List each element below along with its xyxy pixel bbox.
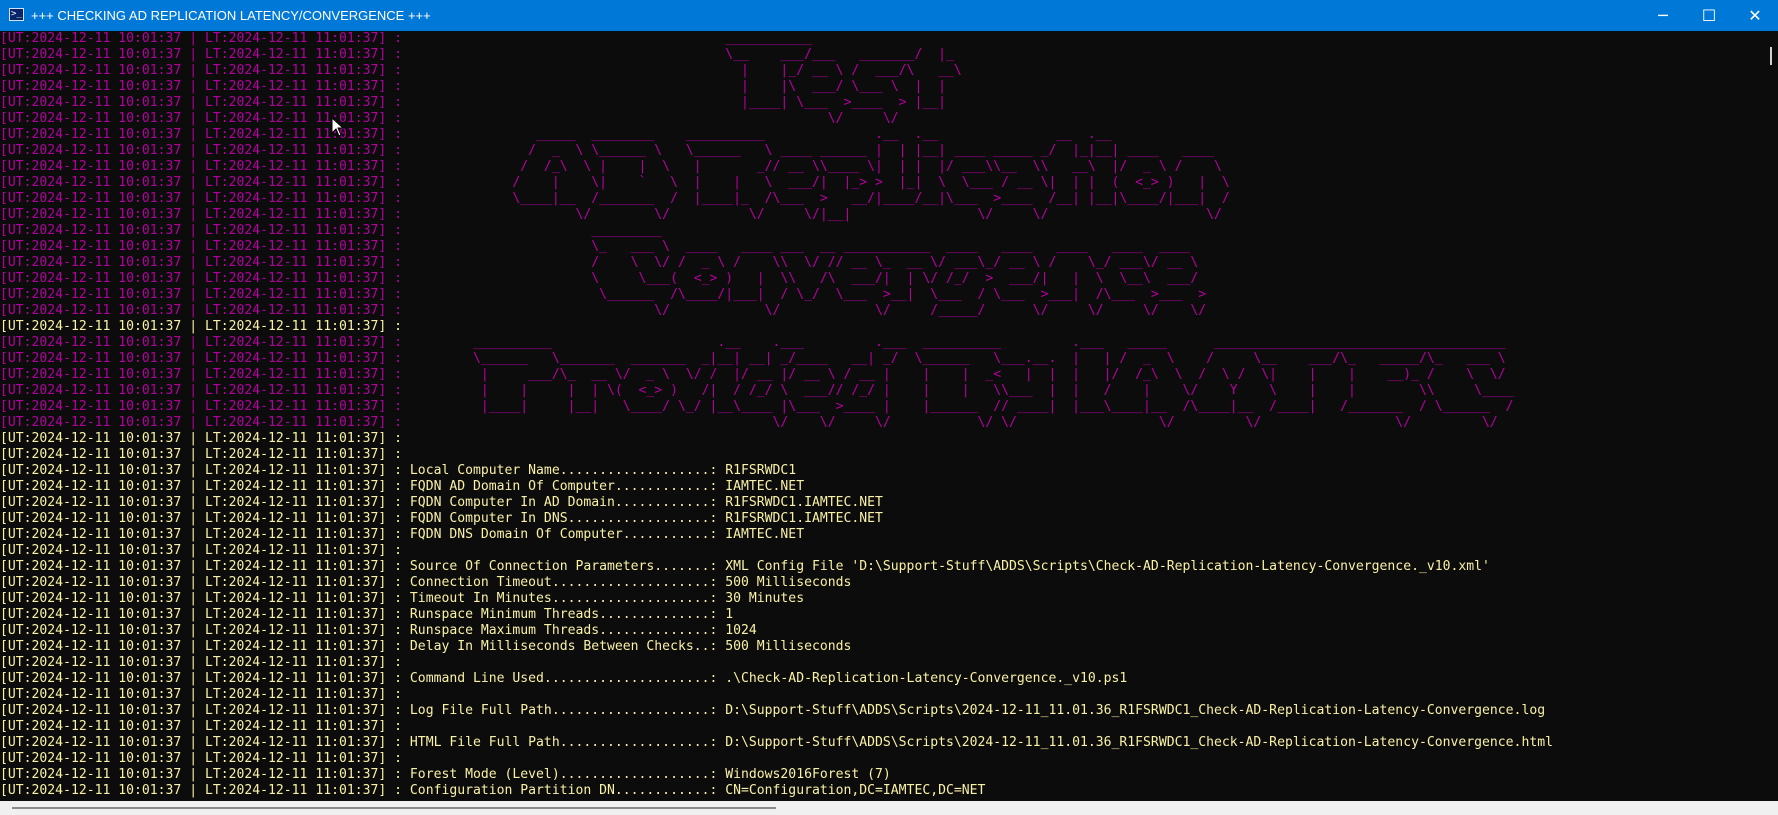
console-line: [UT:2024-12-11 10:01:37 | LT:2024-12-11 … xyxy=(0,319,403,334)
console-line: [UT:2024-12-11 10:01:37 | LT:2024-12-11 … xyxy=(0,95,978,110)
console-line: [UT:2024-12-11 10:01:37 | LT:2024-12-11 … xyxy=(0,671,1128,686)
console-line: [UT:2024-12-11 10:01:37 | LT:2024-12-11 … xyxy=(0,735,1553,750)
console-line: [UT:2024-12-11 10:01:37 | LT:2024-12-11 … xyxy=(0,287,1207,302)
console-line: [UT:2024-12-11 10:01:37 | LT:2024-12-11 … xyxy=(0,255,1199,270)
vertical-scroll-thumb[interactable] xyxy=(1770,47,1772,65)
console-line: [UT:2024-12-11 10:01:37 | LT:2024-12-11 … xyxy=(0,719,403,734)
console-line: [UT:2024-12-11 10:01:37 | LT:2024-12-11 … xyxy=(0,335,1522,350)
console-line: [UT:2024-12-11 10:01:37 | LT:2024-12-11 … xyxy=(0,751,403,766)
console-line: [UT:2024-12-11 10:01:37 | LT:2024-12-11 … xyxy=(0,527,805,542)
console-line: [UT:2024-12-11 10:01:37 | LT:2024-12-11 … xyxy=(0,767,891,782)
console-line: [UT:2024-12-11 10:01:37 | LT:2024-12-11 … xyxy=(0,623,757,638)
console-line: [UT:2024-12-11 10:01:37 | LT:2024-12-11 … xyxy=(0,175,1230,190)
console-line: [UT:2024-12-11 10:01:37 | LT:2024-12-11 … xyxy=(0,79,978,94)
console-line: [UT:2024-12-11 10:01:37 | LT:2024-12-11 … xyxy=(0,479,805,494)
horizontal-scroll-thumb[interactable] xyxy=(12,807,776,809)
minimize-button[interactable]: ─ xyxy=(1640,0,1686,31)
close-button[interactable]: ✕ xyxy=(1732,0,1778,31)
console-line: [UT:2024-12-11 10:01:37 | LT:2024-12-11 … xyxy=(0,575,852,590)
console-line: [UT:2024-12-11 10:01:37 | LT:2024-12-11 … xyxy=(0,351,1514,366)
console-line: [UT:2024-12-11 10:01:37 | LT:2024-12-11 … xyxy=(0,127,1230,142)
console-line: [UT:2024-12-11 10:01:37 | LT:2024-12-11 … xyxy=(0,143,1230,158)
console-line: [UT:2024-12-11 10:01:37 | LT:2024-12-11 … xyxy=(0,239,1199,254)
console-line: [UT:2024-12-11 10:01:37 | LT:2024-12-11 … xyxy=(0,367,1514,382)
console-line: [UT:2024-12-11 10:01:37 | LT:2024-12-11 … xyxy=(0,303,1214,318)
mouse-cursor-icon xyxy=(331,117,345,137)
console-line: [UT:2024-12-11 10:01:37 | LT:2024-12-11 … xyxy=(0,207,1230,222)
console-line: [UT:2024-12-11 10:01:37 | LT:2024-12-11 … xyxy=(0,47,978,62)
powershell-icon[interactable]: >_ xyxy=(9,8,24,21)
console-output[interactable]: [UT:2024-12-11 10:01:37 | LT:2024-12-11 … xyxy=(0,31,1762,801)
console-line: [UT:2024-12-11 10:01:37 | LT:2024-12-11 … xyxy=(0,399,1514,414)
console-line: [UT:2024-12-11 10:01:37 | LT:2024-12-11 … xyxy=(0,607,734,622)
maximize-button[interactable]: ☐ xyxy=(1686,0,1732,31)
console-line: [UT:2024-12-11 10:01:37 | LT:2024-12-11 … xyxy=(0,783,986,798)
console-line: [UT:2024-12-11 10:01:37 | LT:2024-12-11 … xyxy=(0,703,1546,718)
console-line: [UT:2024-12-11 10:01:37 | LT:2024-12-11 … xyxy=(0,159,1230,174)
console-line: [UT:2024-12-11 10:01:37 | LT:2024-12-11 … xyxy=(0,431,403,446)
console-line: [UT:2024-12-11 10:01:37 | LT:2024-12-11 … xyxy=(0,559,1490,574)
title-bar[interactable]: >_ +++ CHECKING AD REPLICATION LATENCY/C… xyxy=(0,0,1778,31)
console-line: [UT:2024-12-11 10:01:37 | LT:2024-12-11 … xyxy=(0,463,797,478)
console-line: [UT:2024-12-11 10:01:37 | LT:2024-12-11 … xyxy=(0,447,403,462)
console-line: [UT:2024-12-11 10:01:37 | LT:2024-12-11 … xyxy=(0,687,403,702)
console-line: [UT:2024-12-11 10:01:37 | LT:2024-12-11 … xyxy=(0,271,1199,286)
horizontal-scrollbar[interactable] xyxy=(0,801,1778,815)
console-line: [UT:2024-12-11 10:01:37 | LT:2024-12-11 … xyxy=(0,191,1230,206)
console-line: [UT:2024-12-11 10:01:37 | LT:2024-12-11 … xyxy=(0,655,403,670)
console-line: [UT:2024-12-11 10:01:37 | LT:2024-12-11 … xyxy=(0,543,403,558)
console-line: [UT:2024-12-11 10:01:37 | LT:2024-12-11 … xyxy=(0,383,1514,398)
console-line: [UT:2024-12-11 10:01:37 | LT:2024-12-11 … xyxy=(0,495,883,510)
console-line: [UT:2024-12-11 10:01:37 | LT:2024-12-11 … xyxy=(0,591,805,606)
console-line: [UT:2024-12-11 10:01:37 | LT:2024-12-11 … xyxy=(0,511,883,526)
console-line: [UT:2024-12-11 10:01:37 | LT:2024-12-11 … xyxy=(0,31,931,46)
console-line: [UT:2024-12-11 10:01:37 | LT:2024-12-11 … xyxy=(0,111,986,126)
window-title: +++ CHECKING AD REPLICATION LATENCY/CONV… xyxy=(31,8,431,23)
vertical-scrollbar[interactable] xyxy=(1762,31,1778,801)
console-line: [UT:2024-12-11 10:01:37 | LT:2024-12-11 … xyxy=(0,63,978,78)
console-line: [UT:2024-12-11 10:01:37 | LT:2024-12-11 … xyxy=(0,415,1506,430)
console-line: [UT:2024-12-11 10:01:37 | LT:2024-12-11 … xyxy=(0,223,1183,238)
console-line: [UT:2024-12-11 10:01:37 | LT:2024-12-11 … xyxy=(0,639,852,654)
